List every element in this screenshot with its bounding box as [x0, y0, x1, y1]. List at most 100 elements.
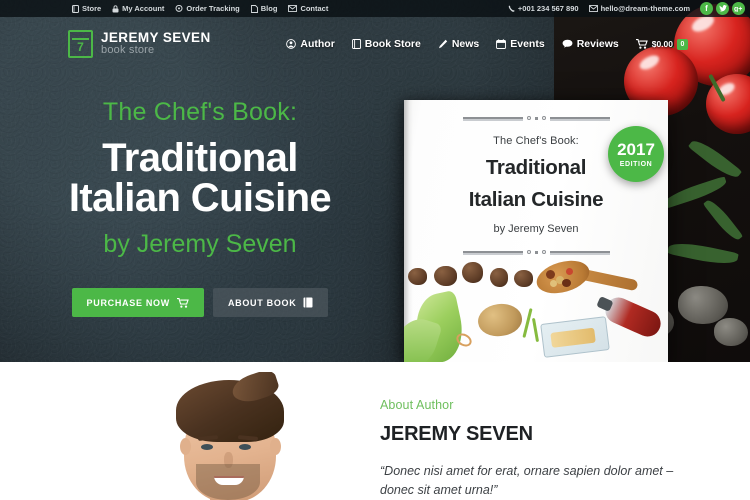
topbar-link-label: Blog [260, 4, 278, 13]
author-ear [180, 438, 191, 455]
hero-copy: The Chef's Book: Traditional Italian Cui… [0, 100, 400, 317]
purchase-now-label: PURCHASE NOW [86, 297, 170, 308]
nav-item-label: Author [300, 38, 335, 50]
book-icon [351, 39, 361, 49]
cart-button[interactable]: $0.00 0 [635, 38, 688, 50]
twitter-icon[interactable] [716, 2, 729, 15]
main-navigation: Author Book Store News Events Reviews $0… [286, 38, 688, 50]
site-logo[interactable]: 7 JEREMY SEVEN book store [68, 30, 211, 58]
nav-item-reviews[interactable]: Reviews [562, 38, 619, 50]
herb-leaf [687, 135, 743, 183]
ornament-bar [549, 117, 610, 119]
chive-image [522, 308, 533, 338]
topbar-phone-number: +001 234 567 890 [517, 4, 579, 13]
mushroom-image [514, 270, 533, 287]
glass-tray-image [540, 316, 610, 358]
hero-pretitle: The Chef's Book: [102, 98, 298, 126]
topbar-link-store[interactable]: Store [72, 4, 101, 13]
book-icon [303, 297, 313, 308]
topbar-link-label: Store [82, 4, 102, 13]
facebook-icon[interactable]: f [700, 2, 713, 15]
glass-bottle-image [601, 293, 665, 341]
topbar-link-label: My Account [122, 4, 165, 13]
author-ear [270, 438, 281, 455]
calendar-icon [496, 39, 507, 49]
herb-leaf [667, 238, 739, 269]
ornament-square [534, 116, 538, 120]
herb-leaf [702, 196, 744, 244]
envelope-icon [288, 5, 298, 12]
hero-title-line-2: Italian Cuisine [68, 176, 332, 220]
page-icon [250, 4, 258, 13]
ornament-divider-top [418, 116, 654, 120]
about-author-quote: “Donec nisi amet for erat, ornare sapien… [380, 464, 674, 497]
topbar-link-contact[interactable]: Contact [288, 4, 328, 13]
top-utility-bar: Store My Account Order Tracking Blog Con… [0, 0, 750, 17]
stone-image [678, 286, 728, 324]
topbar-email-address: hello@dream-theme.com [600, 4, 690, 13]
topbar-link-label: Contact [300, 4, 329, 13]
about-book-button[interactable]: ABOUT BOOK [212, 288, 329, 317]
book-icon [72, 4, 79, 13]
cart-count-badge: 0 [677, 38, 688, 50]
ornament-dot [541, 116, 546, 120]
mushroom-image [490, 268, 508, 287]
author-hair [176, 380, 284, 442]
stone-image [714, 318, 748, 346]
logo-name: JEREMY SEVEN [101, 30, 211, 46]
topbar-link-order-tracking[interactable]: Order Tracking [175, 4, 240, 13]
lock-icon [112, 4, 119, 12]
logo-subtitle: book store [101, 44, 155, 57]
mushroom-image [434, 266, 457, 286]
topbar-link-my-account[interactable]: My Account [112, 4, 164, 13]
nav-item-label: Events [510, 38, 545, 50]
mushroom-image [408, 268, 427, 285]
topbar-link-label: Order Tracking [186, 4, 240, 13]
topbar-contact-info: +001 234 567 890 hello@dream-theme.com f… [508, 2, 745, 15]
logo-text: JEREMY SEVEN book store [101, 30, 211, 57]
ornament-bar [462, 117, 523, 119]
edition-badge: 2017 EDITION [608, 126, 664, 182]
topbar-link-blog[interactable]: Blog [250, 4, 278, 13]
google-plus-icon[interactable]: g+ [732, 2, 745, 15]
mushroom-image [462, 262, 483, 283]
logo-mark-number: 7 [77, 40, 84, 54]
author-eye [239, 444, 251, 450]
book-cover-title-line-2: Italian Cuisine [468, 188, 604, 212]
about-author-text: About Author JEREMY SEVEN “Donec nisi am… [380, 362, 710, 500]
topbar-links: Store My Account Order Tracking Blog Con… [72, 4, 328, 13]
pencil-icon [438, 39, 448, 49]
phone-icon [508, 5, 515, 12]
hero-section: Store My Account Order Tracking Blog Con… [0, 0, 750, 362]
herb-leaf [661, 176, 729, 209]
nav-item-news[interactable]: News [438, 38, 479, 50]
about-author-name: JEREMY SEVEN [380, 423, 533, 445]
svg-text:g+: g+ [734, 6, 742, 12]
hero-byline: by Jeremy Seven [103, 230, 297, 258]
author-eye [201, 444, 213, 450]
site-header: 7 JEREMY SEVEN book store Author Book St… [0, 17, 750, 71]
nav-item-label: News [451, 38, 480, 50]
cart-icon [635, 39, 648, 49]
about-book-label: ABOUT BOOK [227, 297, 297, 308]
ornament-dot [526, 116, 531, 120]
nav-item-author[interactable]: Author [286, 38, 335, 50]
book-cover-food-photo [404, 246, 668, 362]
author-photo [160, 372, 300, 500]
edition-badge-label: EDITION [619, 160, 653, 168]
topbar-email[interactable]: hello@dream-theme.com [588, 4, 690, 13]
nav-item-book-store[interactable]: Book Store [351, 38, 421, 50]
topbar-phone[interactable]: +001 234 567 890 [508, 4, 579, 13]
author-smile [214, 476, 244, 485]
nav-item-label: Reviews [576, 38, 619, 50]
hero-title-line-1: Traditional [102, 136, 298, 180]
location-pin-icon [175, 4, 183, 12]
nut-image [566, 268, 573, 275]
nut-image [546, 270, 555, 279]
chive-image [531, 317, 540, 343]
nav-item-events[interactable]: Events [496, 38, 545, 50]
purchase-now-button[interactable]: PURCHASE NOW [71, 288, 204, 317]
cart-icon [176, 297, 189, 308]
hero-buttons: PURCHASE NOW ABOUT BOOK [0, 288, 400, 317]
nav-item-label: Book Store [364, 38, 421, 50]
